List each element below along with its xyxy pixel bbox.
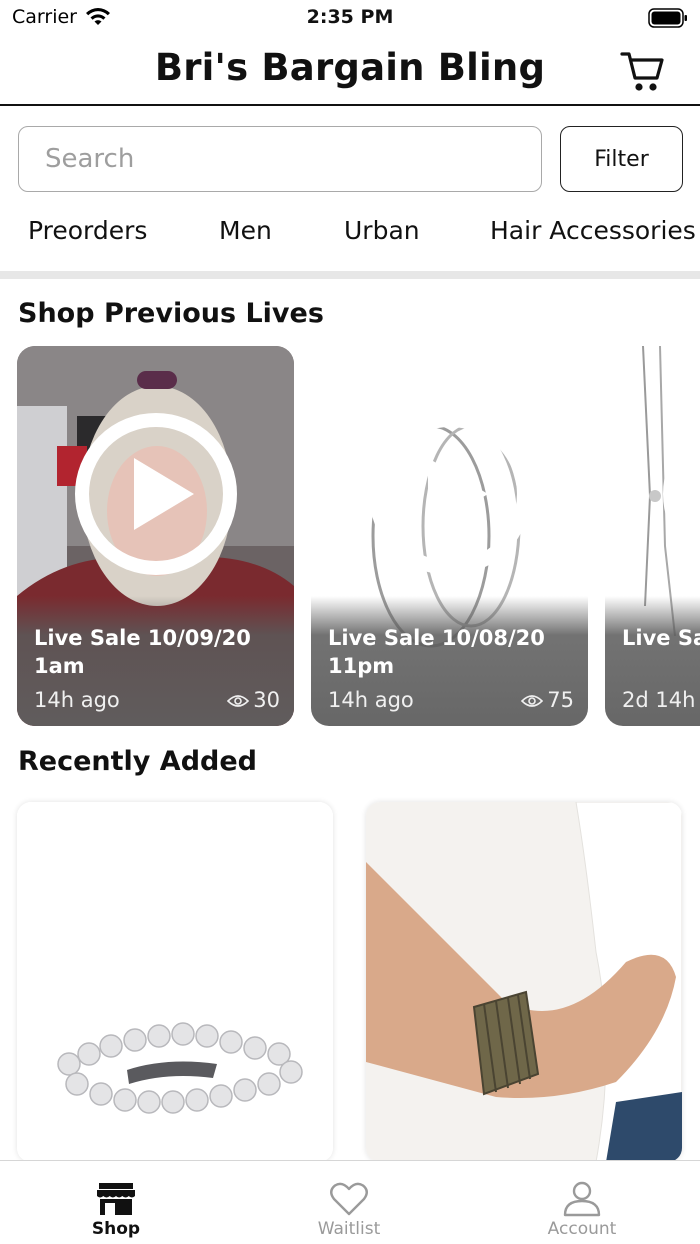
filter-button[interactable]: Filter bbox=[560, 126, 683, 192]
store-title: Bri's Bargain Bling bbox=[154, 46, 546, 89]
previous-lives-carousel[interactable]: Live Sale 10/09/20 1am 14h ago 30 Live S… bbox=[0, 346, 700, 728]
previous-lives-heading: Shop Previous Lives bbox=[18, 298, 324, 329]
live-sale-age: 2d 14h bbox=[622, 688, 696, 712]
search-input[interactable] bbox=[18, 126, 542, 192]
eye-icon bbox=[521, 695, 544, 707]
category-tabs: Preorders Men Urban Hair Accessories bbox=[0, 212, 700, 256]
live-sale-age: 14h ago bbox=[328, 688, 414, 712]
live-sale-card[interactable]: Live Sale 10/09/20 1am 14h ago 30 bbox=[17, 346, 294, 726]
cuff-bracelet-image bbox=[366, 802, 682, 1162]
tab-label: Waitlist bbox=[317, 1219, 381, 1239]
play-icon[interactable] bbox=[70, 408, 242, 580]
live-sale-views: 75 bbox=[521, 688, 574, 712]
category-hair-accessories[interactable]: Hair Accessories bbox=[490, 216, 696, 245]
view-count: 30 bbox=[253, 688, 280, 712]
hair-clip-image bbox=[17, 802, 333, 1162]
battery-icon bbox=[648, 8, 687, 28]
live-sale-title: Live Sa 12am bbox=[622, 626, 700, 650]
eye-icon bbox=[227, 695, 250, 707]
live-sale-title: Live Sale 10/09/20 1am bbox=[34, 626, 251, 678]
live-sale-card[interactable]: Live Sa 12am 2d 14h bbox=[605, 346, 700, 726]
category-preorders[interactable]: Preorders bbox=[28, 216, 147, 245]
live-sale-age: 14h ago bbox=[34, 688, 120, 712]
tab-shop[interactable]: Shop bbox=[46, 1161, 186, 1244]
live-sale-card[interactable]: Live Sale 10/08/20 11pm 14h ago 75 bbox=[311, 346, 588, 726]
storefront-icon bbox=[97, 1183, 135, 1215]
play-icon[interactable] bbox=[364, 408, 536, 580]
play-icon[interactable] bbox=[658, 408, 700, 580]
live-sale-title: Live Sale 10/08/20 11pm bbox=[328, 626, 545, 678]
product-card[interactable] bbox=[17, 802, 333, 1162]
clock: 2:35 PM bbox=[306, 6, 394, 28]
tab-label: Shop bbox=[91, 1219, 141, 1239]
section-divider bbox=[0, 271, 700, 279]
app-header: Bri's Bargain Bling bbox=[0, 36, 700, 106]
status-bar: Carrier 2:35 PM bbox=[0, 0, 700, 36]
bottom-tab-bar: Shop Waitlist Account bbox=[0, 1160, 700, 1244]
person-icon bbox=[563, 1181, 601, 1217]
view-count: 75 bbox=[547, 688, 574, 712]
recently-added-heading: Recently Added bbox=[18, 746, 257, 777]
category-men[interactable]: Men bbox=[219, 216, 272, 245]
product-card[interactable] bbox=[366, 802, 682, 1162]
live-sale-views: 30 bbox=[227, 688, 280, 712]
tab-account[interactable]: Account bbox=[512, 1161, 652, 1244]
cart-icon[interactable] bbox=[620, 48, 666, 94]
category-urban[interactable]: Urban bbox=[344, 216, 420, 245]
tab-waitlist[interactable]: Waitlist bbox=[279, 1161, 419, 1244]
tab-label: Account bbox=[547, 1219, 617, 1239]
heart-icon bbox=[330, 1182, 368, 1216]
